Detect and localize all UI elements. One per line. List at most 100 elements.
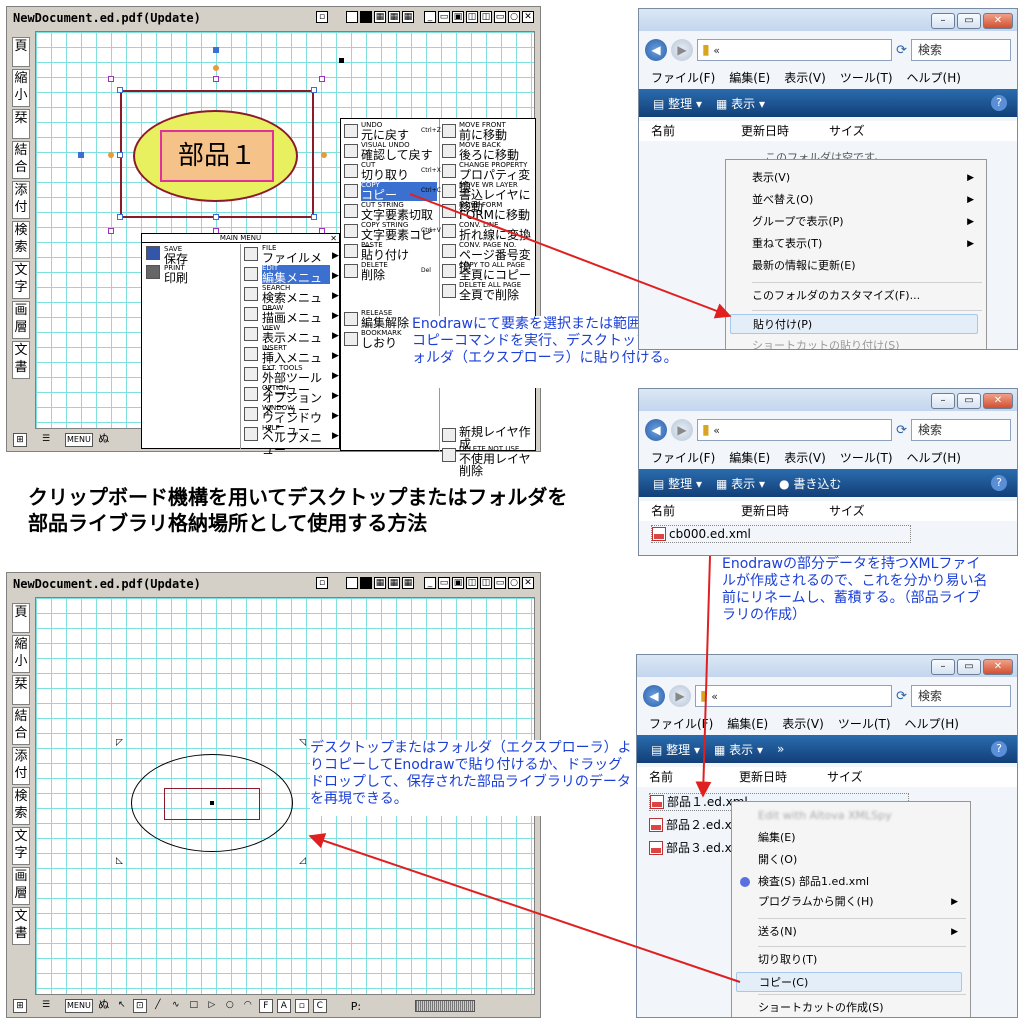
triangle-icon[interactable]: ▷ (205, 999, 219, 1013)
grid-large-icon[interactable]: ▦ (402, 11, 414, 23)
select-icon[interactable]: ⊡ (132, 999, 147, 1013)
context-item-0[interactable]: 表示(V) ▶ (752, 168, 978, 188)
forward-icon[interactable]: ▶ (671, 419, 693, 441)
menu-tools[interactable]: ツール(T) (840, 449, 893, 467)
tool-search[interactable]: 検索 (12, 787, 30, 825)
organize-button[interactable]: ▤ 整理 ▾ (651, 741, 700, 758)
view-button[interactable]: ▦ 表示 ▾ (714, 741, 763, 758)
organize-button[interactable]: ▤ 整理 ▾ (653, 475, 702, 492)
edit-item-r9[interactable]: 新規レイヤ作成 (459, 426, 535, 450)
status-slider[interactable] (415, 1000, 476, 1012)
tool-search[interactable]: 検索 (12, 221, 30, 259)
black-square-icon[interactable] (360, 577, 372, 589)
handle[interactable] (108, 76, 114, 82)
menu-view[interactable]: 表示(V) (784, 69, 826, 87)
menu-help[interactable]: ヘルプ(H) (907, 449, 961, 467)
nu-button[interactable]: ぬ (97, 433, 111, 447)
file-item[interactable]: 部品２.ed.x (649, 816, 732, 834)
tool-page[interactable]: 頁 (12, 37, 30, 67)
back-icon[interactable]: ◀ (643, 685, 665, 707)
back-icon[interactable]: ◀ (645, 419, 667, 441)
menu-item-6[interactable]: EXT. TOOLS 外部ツールメニュー (262, 365, 330, 397)
menu-edit[interactable]: 編集(E) (729, 69, 770, 87)
maximize-button[interactable]: ▭ (957, 13, 981, 29)
handle[interactable] (108, 228, 114, 234)
forward-icon[interactable]: ▶ (671, 39, 693, 61)
more-button[interactable]: » (777, 742, 784, 756)
edit-item-r6[interactable]: CONV. PAGE NO. ページ番号変換 (459, 242, 535, 274)
c-icon[interactable]: C (312, 999, 327, 1013)
maximize-button[interactable]: ▭ (957, 393, 981, 409)
close-button[interactable]: ✕ (983, 659, 1013, 675)
address-bar[interactable]: ▮ « (697, 39, 893, 61)
curve-icon[interactable]: ∿ (169, 999, 183, 1013)
handle[interactable] (213, 214, 219, 220)
image-icon[interactable]: ▫ (316, 577, 328, 589)
col-name[interactable]: 名前 (639, 501, 729, 521)
help-icon[interactable]: ? (991, 741, 1007, 757)
handle[interactable] (108, 152, 114, 158)
line-icon[interactable]: ╱ (151, 999, 165, 1013)
x-icon[interactable]: ✕ (522, 577, 534, 589)
search-input[interactable]: 検索 (911, 39, 1011, 61)
edit-item-r4[interactable]: MOVE FORM FORMに移動 (459, 202, 535, 222)
refresh-icon[interactable]: ⟳ (896, 689, 907, 704)
menu-help[interactable]: ヘルプ(H) (907, 69, 961, 87)
col-date[interactable]: 更新日時 (729, 501, 817, 521)
screen-icon[interactable]: ▣ (452, 11, 464, 23)
grid-large-icon[interactable]: ▦ (402, 577, 414, 589)
col-name[interactable]: 名前 (639, 121, 729, 141)
tile-icon[interactable]: ◫ (466, 11, 478, 23)
menu-item-0[interactable]: FILEファイルメニュー (262, 245, 330, 277)
tool-zoom-out[interactable]: 縮小 (12, 635, 30, 673)
context-item-6[interactable]: 切り取り(T) (758, 950, 962, 970)
forward-icon[interactable]: ▶ (669, 685, 691, 707)
search-input[interactable]: 検索 (911, 419, 1011, 441)
pointer-icon[interactable]: ↖ (115, 999, 129, 1013)
tool-text[interactable]: 文字 (12, 827, 30, 865)
handle[interactable] (319, 76, 325, 82)
tool-zoom-out[interactable]: 縮小 (12, 69, 30, 107)
context-item-8[interactable]: ショートカットの作成(S) (758, 998, 962, 1017)
refresh-icon[interactable]: ⟳ (896, 43, 907, 58)
edit-item-r8[interactable]: DELETE ALL PAGE 全頁で削除 (459, 282, 535, 302)
lines-icon[interactable]: ☰ (31, 433, 61, 447)
expand-icon[interactable]: ⊞ (13, 999, 27, 1013)
tool-text[interactable]: 文字 (12, 261, 30, 299)
minimize-icon[interactable]: _ (424, 577, 436, 589)
context-item-3[interactable]: 重ねて表示(T) ▶ (752, 234, 978, 254)
lines-icon[interactable]: ☰ (31, 999, 61, 1013)
text-icon[interactable]: A (276, 999, 291, 1013)
context-item-1[interactable]: 並べ替え(O) ▶ (752, 190, 978, 210)
help-icon[interactable]: ? (991, 475, 1007, 491)
expand-icon[interactable]: ⊞ (13, 433, 27, 447)
context-item-5[interactable]: 送る(N) ▶ (758, 922, 962, 942)
grid-icon[interactable]: ▦ (374, 577, 386, 589)
tool-combine[interactable]: 結合 (12, 141, 30, 179)
screen-icon[interactable]: ▣ (452, 577, 464, 589)
context-item-3[interactable]: 検査(S) 部品1.ed.xml (758, 872, 962, 892)
handle[interactable] (213, 76, 219, 82)
white-square-icon[interactable] (346, 11, 358, 23)
edit-item-r10[interactable]: DELETE NOT USE 不使用レイヤ削除 (459, 446, 535, 478)
menu-item-8[interactable]: WINDOW ウィンドウメニュー (262, 405, 330, 437)
close-icon[interactable]: ○ (508, 11, 520, 23)
form-icon[interactable]: F (258, 999, 273, 1013)
minimize-button[interactable]: – (931, 393, 955, 409)
menu-item-4[interactable]: VIEW 表示メニュー (262, 325, 330, 357)
handle[interactable] (339, 58, 344, 63)
edit-item-r5[interactable]: CONV. LINE 折れ線に変換 (459, 222, 535, 242)
box-icon[interactable]: ▫ (294, 999, 309, 1013)
menu-tools[interactable]: ツール(T) (840, 69, 893, 87)
minimize-icon[interactable]: _ (424, 11, 436, 23)
organize-button[interactable]: ▤ 整理 ▾ (653, 95, 702, 112)
col-date[interactable]: 更新日時 (729, 121, 817, 141)
menu-view[interactable]: 表示(V) (784, 449, 826, 467)
view-button[interactable]: ▦ 表示 ▾ (716, 95, 765, 112)
tool-layer[interactable]: 画層 (12, 867, 30, 905)
handle[interactable] (117, 152, 123, 158)
close-button[interactable]: ✕ (983, 393, 1013, 409)
handle[interactable] (311, 87, 317, 93)
handle[interactable] (213, 65, 219, 71)
file-item[interactable]: cb000.ed.xml (651, 525, 911, 543)
